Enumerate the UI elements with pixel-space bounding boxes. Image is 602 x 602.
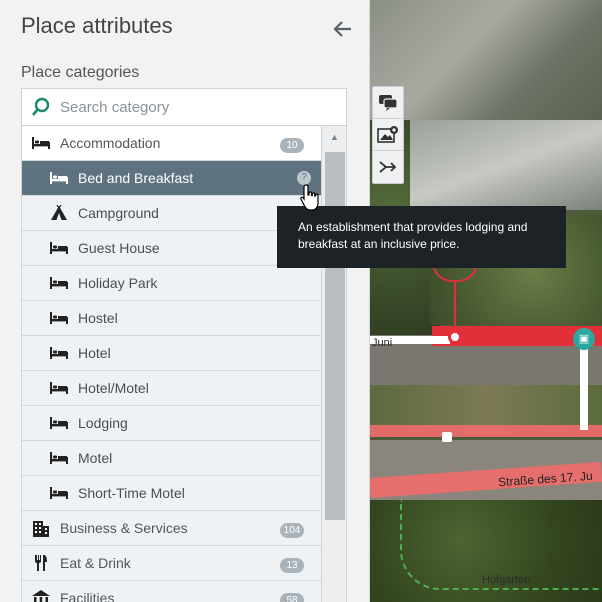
building-icon <box>22 519 60 537</box>
bed-icon <box>40 452 78 464</box>
map-toolbar <box>372 86 404 184</box>
place-pin-icon[interactable]: ▣ <box>573 328 595 350</box>
comment-icon[interactable] <box>373 87 403 119</box>
category-label: Motel <box>78 450 113 466</box>
category-label: Lodging <box>78 415 128 431</box>
category-group-row[interactable]: Eat & Drink 13 <box>22 546 321 581</box>
scroll-up-icon[interactable]: ▲ <box>322 132 347 142</box>
category-group-row[interactable]: Facilities 58 <box>22 581 321 602</box>
category-row[interactable]: Bed and Breakfast? <box>22 161 321 196</box>
category-label: Hotel/Motel <box>78 380 149 396</box>
facility-icon <box>22 590 60 602</box>
merge-icon[interactable] <box>373 151 403 183</box>
category-row[interactable]: Hotel <box>22 336 321 371</box>
category-row[interactable]: Hostel <box>22 301 321 336</box>
bed-icon <box>40 417 78 429</box>
category-label: Hostel <box>78 310 118 326</box>
category-group-row[interactable]: Accommodation 10 <box>22 126 321 161</box>
section-label: Place categories <box>21 64 140 81</box>
bed-icon <box>40 487 78 499</box>
arrow-left-icon[interactable] <box>333 20 353 42</box>
scrollbar[interactable]: ▲ <box>322 126 347 602</box>
count-badge: 13 <box>280 558 304 573</box>
vertex-marker[interactable] <box>448 330 462 344</box>
bed-icon <box>40 242 78 254</box>
search-box <box>21 88 347 126</box>
bed-icon <box>40 382 78 394</box>
tent-icon <box>40 205 78 221</box>
map-street-label: Hofgarten <box>482 574 531 586</box>
category-label: Bed and Breakfast <box>78 170 194 186</box>
category-row[interactable]: Lodging <box>22 406 321 441</box>
search-icon <box>22 97 60 117</box>
category-row[interactable]: Hotel/Motel <box>22 371 321 406</box>
category-label: Short-Time Motel <box>78 485 185 501</box>
category-label: Holiday Park <box>78 275 158 291</box>
bed-icon <box>40 347 78 359</box>
sidebar-panel: Place attributes Place categories Accomm… <box>0 0 370 602</box>
count-badge: 10 <box>280 138 304 153</box>
bed-icon <box>40 277 78 289</box>
road[interactable] <box>580 340 588 430</box>
poi-marker-icon[interactable] <box>442 432 452 442</box>
map-street-label: Juni <box>372 337 393 349</box>
road[interactable] <box>370 425 602 437</box>
map-buildings <box>410 120 602 210</box>
category-list: Accommodation 10 Bed and Breakfast? Campgro… <box>21 126 322 602</box>
category-group-row[interactable]: Business & Services 104 <box>22 511 321 546</box>
bed-icon <box>40 172 78 184</box>
map-buildings <box>370 0 602 120</box>
category-row[interactable]: Motel <box>22 441 321 476</box>
panel-title: Place attributes <box>21 13 173 38</box>
hand-cursor-icon <box>298 183 324 218</box>
category-row[interactable]: Short-Time Motel <box>22 476 321 511</box>
count-badge: 58 <box>280 593 304 602</box>
fork-knife-icon <box>22 554 60 572</box>
bed-icon <box>22 137 60 149</box>
category-row[interactable]: Holiday Park <box>22 266 321 301</box>
count-badge: 104 <box>280 523 304 538</box>
bed-icon <box>40 312 78 324</box>
road-connector <box>454 282 456 337</box>
map-view[interactable]: ▣ Juni Straße des 17. Ju Hofgarten <box>370 0 602 602</box>
category-label: Hotel <box>78 345 111 361</box>
add-image-icon[interactable] <box>373 119 403 151</box>
search-input[interactable] <box>60 98 330 116</box>
